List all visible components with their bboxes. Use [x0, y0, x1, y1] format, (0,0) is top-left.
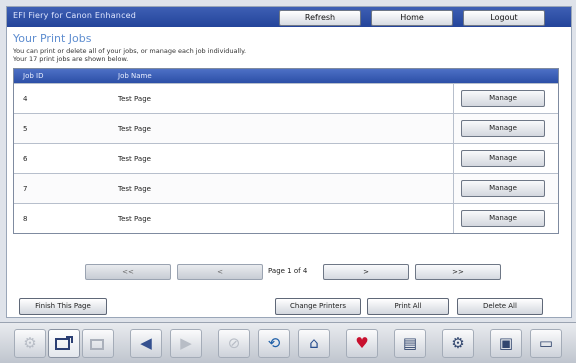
forward-arrow-icon: ▶ [170, 329, 202, 358]
job-name-cell: Test Page [118, 155, 151, 163]
pagination: << < Page 1 of 4 > >> [13, 262, 557, 282]
settings-gear-icon[interactable]: ⚙ [442, 329, 474, 358]
column-header-job-id: Job ID [23, 72, 44, 80]
description-line-1: You can print or delete all of your jobs… [13, 47, 247, 55]
previous-page-button[interactable]: < [177, 264, 263, 280]
table-row: 5 Test Page Manage [14, 113, 558, 143]
save-icon[interactable]: ▣ [490, 329, 522, 358]
job-id-cell: 4 [23, 95, 28, 103]
home-icon[interactable]: ⌂ [298, 329, 330, 358]
job-name-cell: Test Page [118, 185, 151, 193]
job-name-cell: Test Page [118, 95, 151, 103]
table-row: 6 Test Page Manage [14, 143, 558, 173]
back-arrow-icon[interactable]: ◀ [130, 329, 162, 358]
manage-button[interactable]: Manage [461, 150, 545, 167]
favorites-heart-icon[interactable]: ♥ [346, 329, 378, 358]
next-page-button[interactable]: > [323, 264, 409, 280]
job-id-cell: 8 [23, 215, 28, 223]
page-description: You can print or delete all of your jobs… [13, 47, 246, 63]
stop-icon: ⊘ [218, 329, 250, 358]
reload-icon[interactable]: ⟲ [258, 329, 290, 358]
job-name-cell: Test Page [118, 215, 151, 223]
manage-button[interactable]: Manage [461, 210, 545, 227]
device-taskbar: ⚙ ◀ ▶ ⊘ ⟲ ⌂ ♥ ▤ ⚙ ▣ ▭ [0, 322, 576, 363]
job-id-cell: 6 [23, 155, 28, 163]
page-indicator: Page 1 of 4 [268, 267, 308, 275]
first-page-button[interactable]: << [85, 264, 171, 280]
job-name-cell: Test Page [118, 125, 151, 133]
column-divider [453, 84, 454, 113]
manage-button[interactable]: Manage [461, 180, 545, 197]
table-row: 4 Test Page Manage [14, 83, 558, 113]
description-line-2: Your 17 print jobs are shown below. [13, 55, 129, 63]
print-all-button[interactable]: Print All [367, 298, 449, 315]
job-id-cell: 7 [23, 185, 28, 193]
refresh-button[interactable]: Refresh [279, 10, 361, 26]
column-header-job-name: Job Name [118, 72, 152, 80]
window-icon [82, 329, 114, 358]
finish-this-page-button[interactable]: Finish This Page [19, 298, 107, 315]
title-bar: EFI Fiery for Canon Enhanced Refresh Hom… [7, 7, 571, 27]
home-button[interactable]: Home [371, 10, 453, 26]
delete-all-button[interactable]: Delete All [457, 298, 543, 315]
manage-button[interactable]: Manage [461, 120, 545, 137]
column-divider [453, 144, 454, 173]
gear-disabled-icon: ⚙ [14, 329, 46, 358]
last-page-button[interactable]: >> [415, 264, 501, 280]
app-title: EFI Fiery for Canon Enhanced [13, 11, 137, 20]
browser-screen: EFI Fiery for Canon Enhanced Refresh Hom… [6, 6, 572, 318]
column-divider [453, 174, 454, 203]
display-icon[interactable]: ▭ [530, 329, 562, 358]
change-printers-button[interactable]: Change Printers [275, 298, 361, 315]
table-row: 7 Test Page Manage [14, 173, 558, 203]
print-icon[interactable]: ▤ [394, 329, 426, 358]
open-window-icon[interactable] [48, 329, 80, 358]
print-jobs-table: Job ID Job Name 4 Test Page Manage 5 Tes… [13, 68, 559, 234]
page-title: Your Print Jobs [13, 32, 92, 45]
logout-button[interactable]: Logout [463, 10, 545, 26]
column-divider [453, 114, 454, 143]
manage-button[interactable]: Manage [461, 90, 545, 107]
job-id-cell: 5 [23, 125, 28, 133]
table-header: Job ID Job Name [14, 69, 558, 83]
table-row: 8 Test Page Manage [14, 203, 558, 233]
column-divider [453, 204, 454, 233]
